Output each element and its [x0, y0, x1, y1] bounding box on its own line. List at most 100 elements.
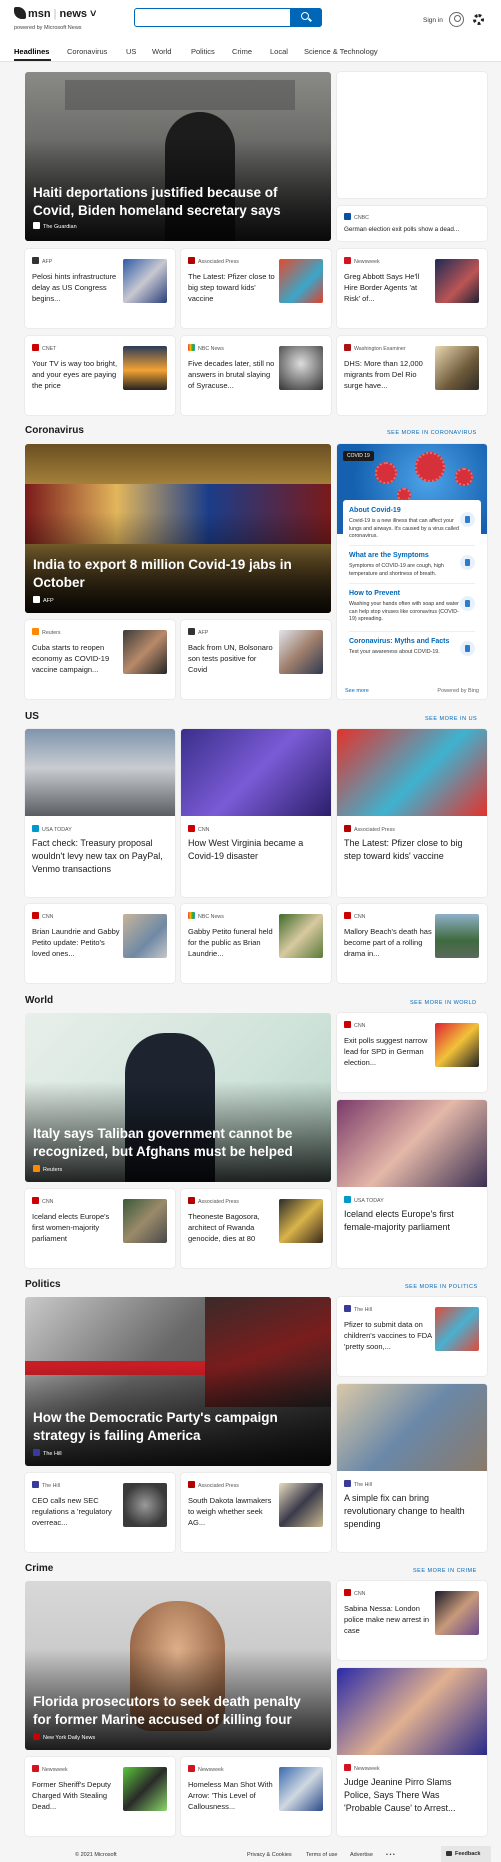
- card-title[interactable]: Exit polls suggest narrow lead for SPD i…: [344, 1035, 432, 1068]
- card-title[interactable]: Theoneste Bagosora, architect of Rwanda …: [188, 1211, 276, 1244]
- news-card[interactable]: Associated Press Theoneste Bagosora, arc…: [181, 1189, 331, 1268]
- search-input[interactable]: [140, 11, 290, 24]
- news-card-large[interactable]: Associated Press The Latest: Pfizer clos…: [337, 729, 487, 897]
- see-more-politics-link[interactable]: SEE MORE IN POLITICS: [405, 1284, 478, 1290]
- top-side-image-card[interactable]: [337, 72, 487, 198]
- card-title[interactable]: Sabina Nessa: London police make new arr…: [344, 1603, 432, 1636]
- news-card[interactable]: CNN Iceland elects Europe's first women-…: [25, 1189, 175, 1268]
- card-title[interactable]: Gabby Petito funeral held for the public…: [188, 926, 276, 959]
- news-card[interactable]: CNN Mallory Beach's death has become par…: [337, 904, 487, 983]
- tab-politics[interactable]: Politics: [191, 47, 215, 56]
- covid-item-myths[interactable]: Coronavirus: Myths and Facts Test your aw…: [349, 637, 459, 657]
- card-title[interactable]: Pelosi hints infrastructure delay as US …: [32, 271, 120, 304]
- card-title[interactable]: Greg Abbott Says He'll Hire Border Agent…: [344, 271, 432, 304]
- sign-in-link[interactable]: Sign in: [423, 17, 443, 24]
- hero-title[interactable]: Italy says Taliban government cannot be …: [33, 1125, 321, 1161]
- news-card[interactable]: NBC News Five decades later, still no an…: [181, 336, 331, 415]
- covid-item-prevent[interactable]: How to Prevent Washing your hands often w…: [349, 589, 459, 624]
- card-title[interactable]: Mallory Beach's death has become part of…: [344, 926, 432, 959]
- covid-item-title[interactable]: What are the Symptoms: [349, 551, 459, 561]
- card-title[interactable]: Fact check: Treasury proposal wouldn't l…: [32, 837, 167, 876]
- card-title[interactable]: DHS: More than 12,000 migrants from Del …: [344, 358, 432, 391]
- tab-coronavirus[interactable]: Coronavirus: [67, 47, 107, 56]
- politics-hero-card[interactable]: How the Democratic Party's campaign stra…: [25, 1297, 331, 1466]
- news-card[interactable]: AFP Pelosi hints infrastructure delay as…: [25, 249, 175, 328]
- news-card[interactable]: Reuters Cuba starts to reopen economy as…: [25, 620, 175, 699]
- card-title[interactable]: Iceland elects Europe's first female-maj…: [344, 1208, 479, 1234]
- tab-headlines[interactable]: Headlines: [14, 47, 49, 56]
- covid-item-title[interactable]: About Covid-19: [349, 506, 459, 516]
- news-card-large[interactable]: USA TODAY Iceland elects Europe's first …: [337, 1100, 487, 1268]
- tab-us[interactable]: US: [126, 47, 136, 56]
- hero-title[interactable]: How the Democratic Party's campaign stra…: [33, 1409, 321, 1445]
- news-card[interactable]: Newsweek Former Sheriff's Deputy Charged…: [25, 1757, 175, 1836]
- tab-crime[interactable]: Crime: [232, 47, 252, 56]
- covid-see-more-link[interactable]: See more: [345, 688, 369, 694]
- crime-hero-card[interactable]: Florida prosecutors to seek death penalt…: [25, 1581, 331, 1750]
- news-card-large[interactable]: The Hill A simple fix can bring revoluti…: [337, 1384, 487, 1552]
- feedback-button[interactable]: Feedback: [441, 1846, 491, 1862]
- news-card[interactable]: CNN Sabina Nessa: London police make new…: [337, 1581, 487, 1660]
- tab-local[interactable]: Local: [270, 47, 288, 56]
- news-card[interactable]: Newsweek Homeless Man Shot With Arrow: '…: [181, 1757, 331, 1836]
- card-title[interactable]: A simple fix can bring revolutionary cha…: [344, 1492, 479, 1531]
- card-source: NBC News: [188, 912, 224, 920]
- card-title[interactable]: Cuba starts to reopen economy as COVID-1…: [32, 642, 120, 675]
- card-title[interactable]: How West Virginia became a Covid-19 disa…: [188, 837, 323, 863]
- covid-item-title[interactable]: How to Prevent: [349, 589, 459, 599]
- hero-title[interactable]: India to export 8 million Covid-19 jabs …: [33, 556, 321, 592]
- news-card[interactable]: The Hill CEO calls new SEC regulations a…: [25, 1473, 175, 1552]
- news-card[interactable]: CNN Exit polls suggest narrow lead for S…: [337, 1013, 487, 1092]
- tab-science-technology[interactable]: Science & Technology: [304, 47, 378, 56]
- card-title[interactable]: Former Sheriff's Deputy Charged With Ste…: [32, 1779, 120, 1812]
- privacy-link[interactable]: Privacy & Cookies: [247, 1852, 292, 1858]
- covid-item-about[interactable]: About Covid-19 Covid-19 is a new illness …: [349, 506, 459, 541]
- news-card[interactable]: The Hill Pfizer to submit data on childr…: [337, 1297, 487, 1376]
- top-side-card[interactable]: CNBC German election exit polls show a d…: [337, 206, 487, 241]
- search-box[interactable]: [134, 8, 322, 27]
- covid-item-symptoms[interactable]: What are the Symptoms Symptoms of COVID-1…: [349, 551, 459, 578]
- covid-item-title[interactable]: Coronavirus: Myths and Facts: [349, 637, 459, 647]
- news-card[interactable]: Newsweek Greg Abbott Says He'll Hire Bor…: [337, 249, 487, 328]
- see-more-coronavirus-link[interactable]: SEE MORE IN CORONAVIRUS: [387, 430, 477, 436]
- news-card[interactable]: NBC News Gabby Petito funeral held for t…: [181, 904, 331, 983]
- news-card[interactable]: Associated Press South Dakota lawmakers …: [181, 1473, 331, 1552]
- card-title[interactable]: Pfizer to submit data on children's vacc…: [344, 1319, 432, 1352]
- user-avatar-icon[interactable]: [449, 12, 464, 27]
- search-button[interactable]: [290, 8, 322, 27]
- tab-world[interactable]: World: [152, 47, 171, 56]
- card-title[interactable]: German election exit polls show a dead..…: [344, 224, 484, 235]
- advertise-link[interactable]: Advertise: [350, 1852, 373, 1858]
- card-title[interactable]: CEO calls new SEC regulations a 'regulat…: [32, 1495, 120, 1528]
- news-card[interactable]: CNET Your TV is way too bright, and your…: [25, 336, 175, 415]
- news-card[interactable]: AFP Back from UN, Bolsonaro son tests po…: [181, 620, 331, 699]
- card-title[interactable]: Your TV is way too bright, and your eyes…: [32, 358, 120, 391]
- terms-link[interactable]: Terms of use: [306, 1852, 337, 1858]
- hero-title[interactable]: Haiti deportations justified because of …: [33, 184, 321, 220]
- see-more-crime-link[interactable]: SEE MORE IN CRIME: [413, 1568, 477, 1574]
- card-title[interactable]: South Dakota lawmakers to weigh whether …: [188, 1495, 276, 1528]
- see-more-us-link[interactable]: SEE MORE IN US: [425, 716, 477, 722]
- msn-logo[interactable]: msn | news ˅: [14, 7, 96, 20]
- see-more-world-link[interactable]: SEE MORE IN WORLD: [410, 1000, 477, 1006]
- card-title[interactable]: The Latest: Pfizer close to big step tow…: [188, 271, 276, 304]
- card-title[interactable]: The Latest: Pfizer close to big step tow…: [344, 837, 479, 863]
- news-card-large[interactable]: CNN How West Virginia became a Covid-19 …: [181, 729, 331, 897]
- world-hero-card[interactable]: Italy says Taliban government cannot be …: [25, 1013, 331, 1182]
- news-card-large[interactable]: USA TODAY Fact check: Treasury proposal …: [25, 729, 175, 897]
- news-card[interactable]: Washington Examiner DHS: More than 12,00…: [337, 336, 487, 415]
- news-card[interactable]: Associated Press The Latest: Pfizer clos…: [181, 249, 331, 328]
- news-card-large[interactable]: Newsweek Judge Jeanine Pirro Slams Polic…: [337, 1668, 487, 1836]
- card-title[interactable]: Back from UN, Bolsonaro son tests positi…: [188, 642, 276, 675]
- news-card[interactable]: CNN Brian Laundrie and Gabby Petito upda…: [25, 904, 175, 983]
- card-title[interactable]: Judge Jeanine Pirro Slams Police, Says T…: [344, 1776, 479, 1815]
- card-title[interactable]: Brian Laundrie and Gabby Petito update: …: [32, 926, 120, 959]
- coronavirus-hero-card[interactable]: India to export 8 million Covid-19 jabs …: [25, 444, 331, 613]
- gear-icon[interactable]: [473, 14, 484, 25]
- card-title[interactable]: Five decades later, still no answers in …: [188, 358, 276, 391]
- hero-title[interactable]: Florida prosecutors to seek death penalt…: [33, 1693, 321, 1729]
- card-title[interactable]: Iceland elects Europe's first women-majo…: [32, 1211, 120, 1244]
- top-hero-card[interactable]: Haiti deportations justified because of …: [25, 72, 331, 241]
- more-links[interactable]: • • •: [386, 1852, 395, 1858]
- card-title[interactable]: Homeless Man Shot With Arrow: 'This Leve…: [188, 1779, 276, 1812]
